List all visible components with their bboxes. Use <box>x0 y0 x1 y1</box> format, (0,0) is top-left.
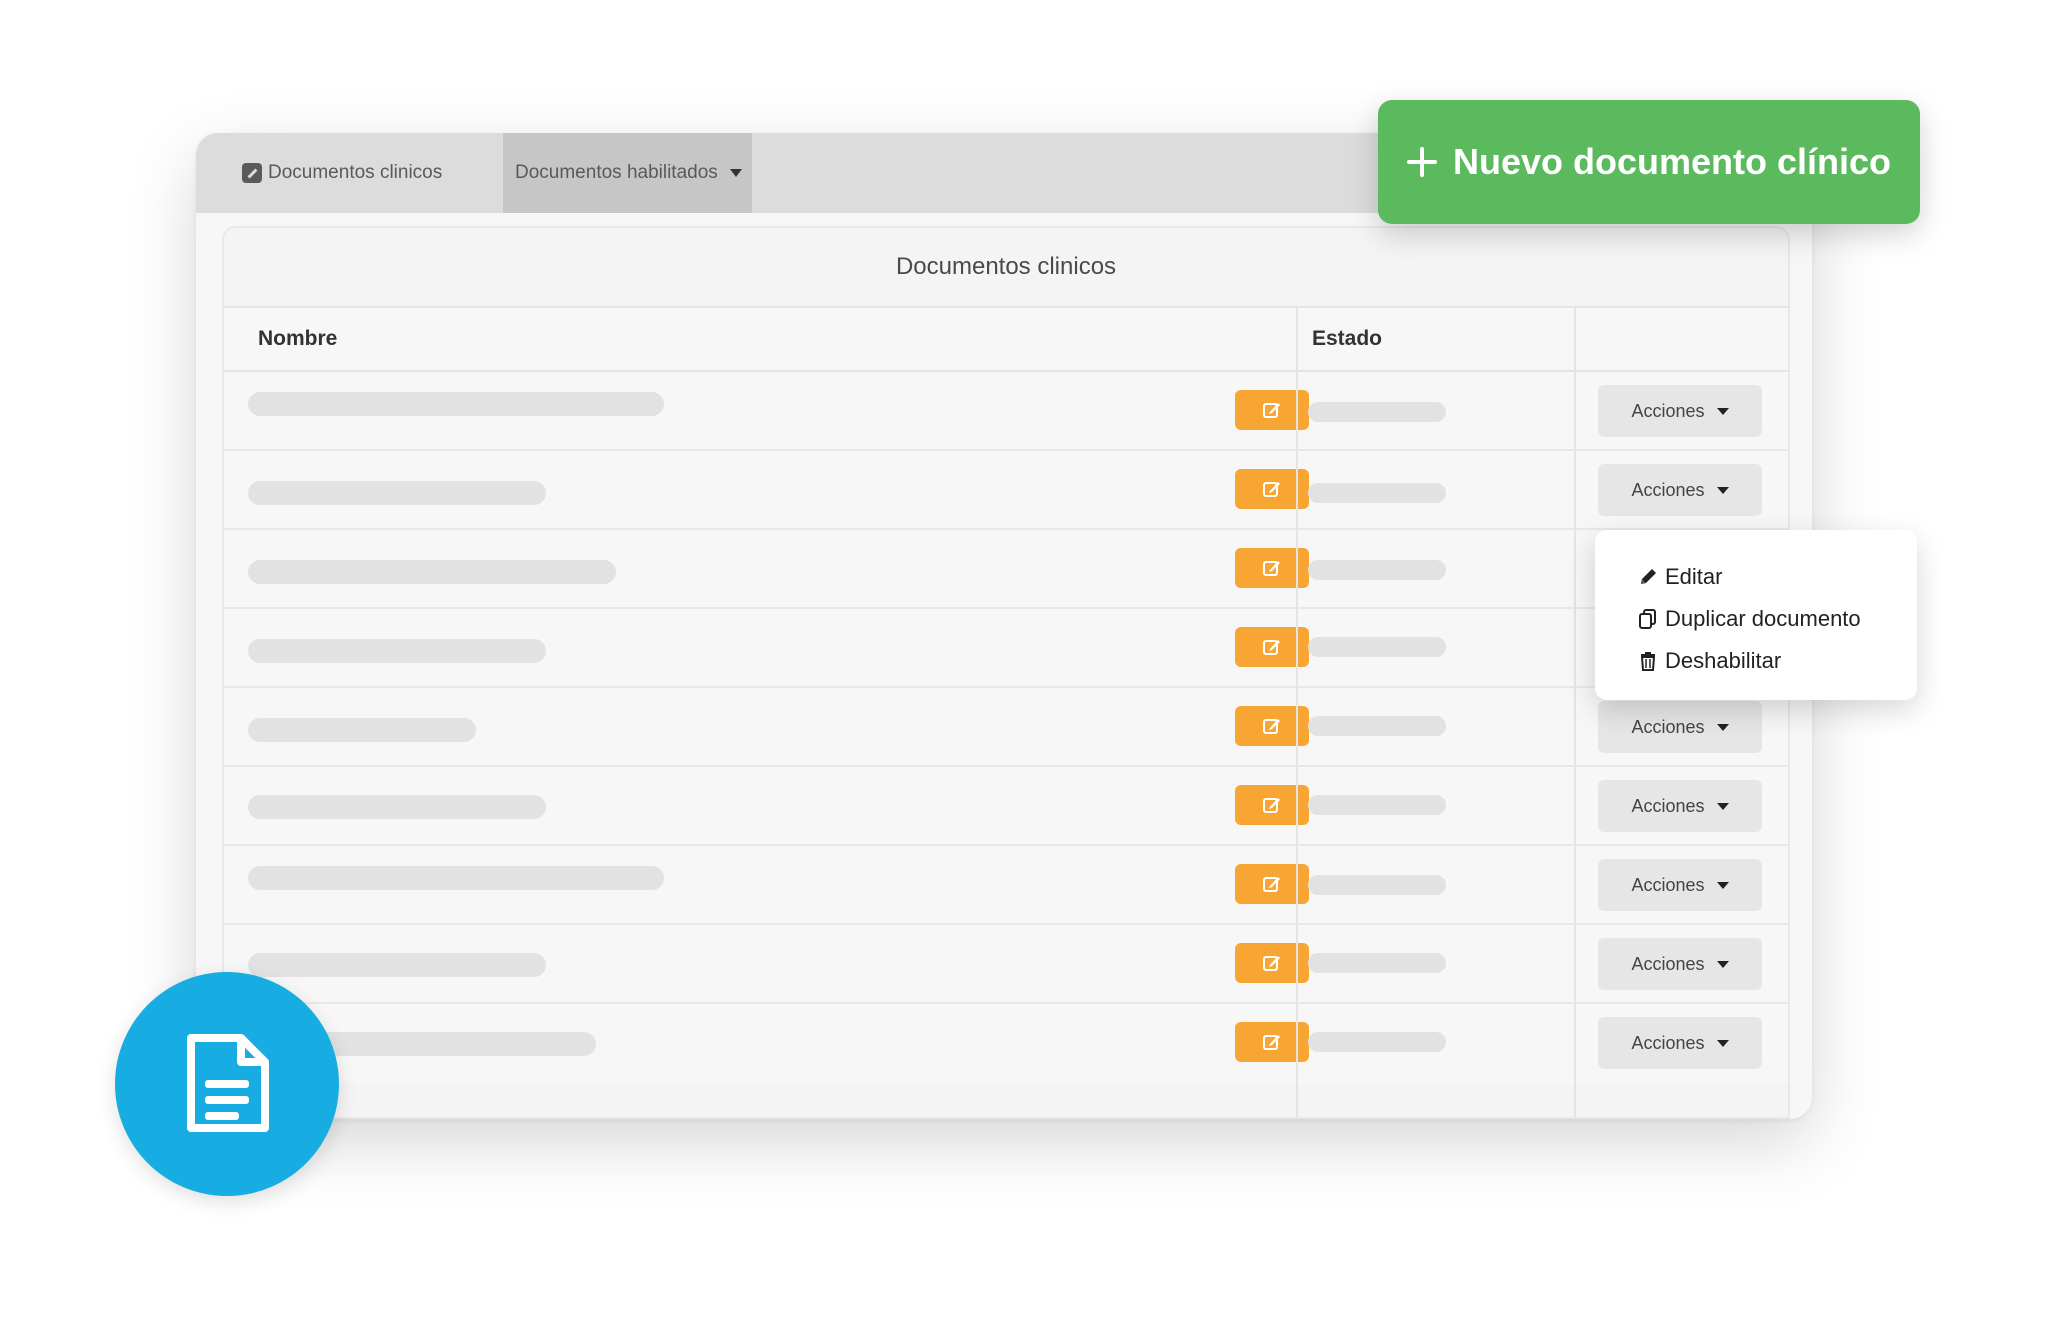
column-header-name: Nombre <box>258 327 338 350</box>
actions-button[interactable]: Acciones <box>1598 938 1762 990</box>
new-clinical-document-button[interactable]: Nuevo documento clínico <box>1378 100 1920 224</box>
table-row: Acciones <box>224 767 1788 846</box>
name-placeholder <box>248 718 476 742</box>
actions-label: Acciones <box>1631 1032 1705 1053</box>
actions-label: Acciones <box>1631 716 1705 737</box>
name-placeholder <box>248 392 664 416</box>
edit-icon <box>1263 719 1280 734</box>
tab-documentos-habilitados[interactable]: Documentos habilitados <box>503 133 752 213</box>
menu-item-label: Duplicar documento <box>1665 606 1861 631</box>
edit-square-icon <box>242 163 262 183</box>
edit-icon <box>1263 640 1280 655</box>
tab-label: Documentos clinicos <box>268 162 443 183</box>
state-placeholder <box>1308 637 1446 657</box>
actions-button[interactable]: Acciones <box>1598 464 1762 516</box>
caret-down-icon <box>729 169 742 177</box>
caret-down-icon <box>1716 1039 1729 1047</box>
tab-label: Documentos habilitados <box>515 162 718 183</box>
trash-icon <box>1640 652 1656 671</box>
caret-down-icon <box>1716 881 1729 889</box>
actions-dropdown-menu: Editar Duplicar documento Deshabilitar <box>1595 530 1917 700</box>
actions-label: Acciones <box>1631 400 1705 421</box>
document-badge <box>115 972 339 1196</box>
column-divider <box>1296 308 1298 1117</box>
menu-item-duplicar[interactable]: Duplicar documento <box>1595 598 1917 640</box>
documents-window: Documentos clinicos Documentos habilitad… <box>196 133 1812 1119</box>
copy-icon <box>1639 609 1656 629</box>
table-row <box>224 609 1788 688</box>
table-row: Acciones <box>224 688 1788 767</box>
edit-icon <box>1263 877 1280 892</box>
tab-documentos-clinicos[interactable]: Documentos clinicos <box>242 133 442 213</box>
name-placeholder <box>248 866 664 890</box>
name-placeholder <box>248 953 546 977</box>
edit-icon <box>1263 956 1280 971</box>
menu-item-deshabilitar[interactable]: Deshabilitar <box>1595 640 1917 682</box>
actions-button[interactable]: Acciones <box>1598 701 1762 753</box>
state-placeholder <box>1308 875 1446 895</box>
table-row: Acciones <box>224 372 1788 451</box>
menu-item-label: Editar <box>1665 564 1723 589</box>
table-row: Acciones <box>224 846 1788 925</box>
state-placeholder <box>1308 560 1446 580</box>
actions-button[interactable]: Acciones <box>1598 780 1762 832</box>
table-row: Acciones <box>224 451 1788 530</box>
name-placeholder <box>248 481 546 505</box>
edit-icon <box>1263 561 1280 576</box>
caret-down-icon <box>1716 802 1729 810</box>
actions-button[interactable]: Acciones <box>1598 385 1762 437</box>
caret-down-icon <box>1716 407 1729 415</box>
plus-icon <box>1406 147 1437 177</box>
name-placeholder <box>248 560 616 584</box>
actions-label: Acciones <box>1631 795 1705 816</box>
caret-down-icon <box>1716 723 1729 731</box>
stage: Documentos clinicos Documentos habilitad… <box>0 0 2048 1332</box>
edit-icon <box>1263 798 1280 813</box>
column-header-state: Estado <box>1312 327 1383 350</box>
actions-label: Acciones <box>1631 874 1705 895</box>
table-header: Nombre Estado <box>224 308 1788 372</box>
state-placeholder <box>1308 716 1446 736</box>
caret-down-icon <box>1716 486 1729 494</box>
menu-item-editar[interactable]: Editar <box>1595 556 1917 598</box>
edit-icon <box>1263 1035 1280 1050</box>
edit-icon <box>1263 403 1280 418</box>
state-placeholder <box>1308 402 1446 422</box>
state-placeholder <box>1308 795 1446 815</box>
actions-button[interactable]: Acciones <box>1598 859 1762 911</box>
actions-label: Acciones <box>1631 479 1705 500</box>
caret-down-icon <box>1716 960 1729 968</box>
pencil-icon <box>1641 569 1656 584</box>
menu-item-label: Deshabilitar <box>1665 648 1782 673</box>
table-row: Acciones <box>224 1004 1788 1083</box>
edit-icon <box>1263 482 1280 497</box>
actions-button[interactable]: Acciones <box>1598 1017 1762 1069</box>
new-button-label: Nuevo documento clínico <box>1452 141 1892 182</box>
state-placeholder <box>1308 483 1446 503</box>
document-icon <box>187 1034 269 1132</box>
actions-label: Acciones <box>1631 953 1705 974</box>
name-placeholder <box>248 639 546 663</box>
documents-table-panel: Documentos clinicos Nombre Estado Accion… <box>222 226 1790 1119</box>
state-placeholder <box>1308 953 1446 973</box>
column-divider <box>1574 308 1576 1117</box>
name-placeholder <box>248 795 546 819</box>
table-row: Acciones <box>224 925 1788 1004</box>
state-placeholder <box>1308 1032 1446 1052</box>
table-title: Documentos clinicos <box>224 228 1788 308</box>
table-row <box>224 530 1788 609</box>
